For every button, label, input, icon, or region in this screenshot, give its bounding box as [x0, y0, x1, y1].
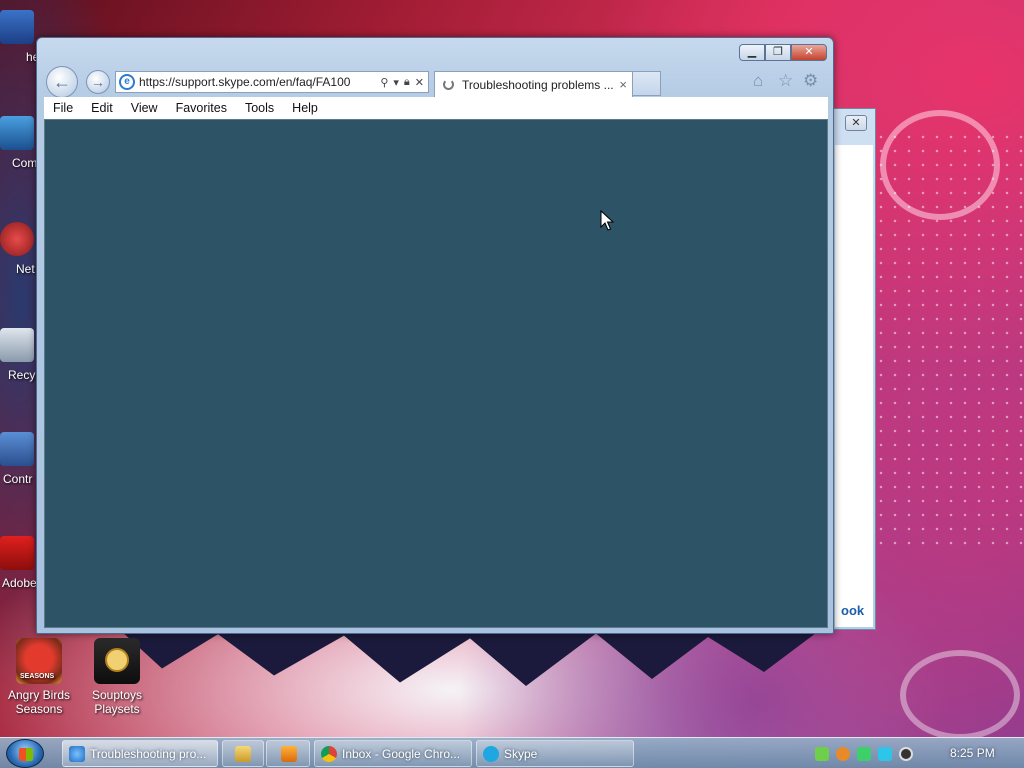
souptoys-icon	[94, 638, 140, 684]
chrome-icon	[321, 745, 337, 762]
menu-bar: File Edit View Favorites Tools Help	[44, 97, 828, 119]
recycle-bin-icon	[0, 328, 34, 362]
network-icon	[0, 222, 34, 256]
desktop-icon-label: Souptoys	[91, 688, 143, 702]
taskbar-item-label: Troubleshooting pro...	[90, 746, 207, 761]
explorer-icon	[235, 745, 251, 762]
angry-birds-icon: SEASONS	[16, 638, 62, 684]
media-player-icon	[281, 745, 297, 762]
wallpaper-swirl-2	[900, 650, 1020, 740]
tab-title: Troubleshooting problems ...	[462, 77, 614, 92]
maximize-button[interactable]: ❐	[765, 44, 791, 61]
taskbar-item-ie[interactable]: Troubleshooting pro...	[62, 740, 218, 767]
system-tray	[815, 740, 913, 767]
adobe-reader-icon	[0, 536, 34, 570]
close-window-button[interactable]: ✕	[791, 44, 827, 61]
background-dialog-close-button[interactable]: ✕	[845, 115, 867, 131]
desktop-icon-label: Adobe	[2, 576, 37, 590]
windows-logo-icon	[19, 748, 33, 761]
menu-file[interactable]: File	[44, 101, 82, 115]
start-button[interactable]	[6, 739, 44, 768]
desktop-icon-label: he	[26, 50, 40, 64]
taskbar-item-skype[interactable]: Skype	[476, 740, 634, 767]
loading-spinner-icon	[443, 79, 454, 90]
wallpaper-dots	[860, 130, 1024, 550]
taskbar-item-chrome[interactable]: Inbox - Google Chro...	[314, 740, 472, 767]
desktop-icon-souptoys[interactable]: Souptoys Playsets	[82, 638, 152, 716]
menu-help[interactable]: Help	[283, 101, 327, 115]
taskbar-item-label: Inbox - Google Chro...	[342, 746, 461, 761]
dropdown-arrow-icon[interactable]: ▾	[393, 76, 399, 89]
arrow-right-icon: →	[91, 74, 105, 90]
tab-close-button[interactable]: ×	[619, 77, 627, 92]
desktop-icon-label-2: Seasons	[15, 702, 63, 716]
mouse-cursor-icon	[600, 210, 614, 231]
taskbar-clock[interactable]: 8:25 PM	[950, 746, 995, 760]
clock-face-icon	[105, 648, 129, 672]
desktop-icon-partial-3[interactable]: Net	[0, 222, 35, 276]
menu-tools[interactable]: Tools	[236, 101, 283, 115]
desktop-icon-partial-5[interactable]: Contr	[0, 432, 34, 486]
seasons-badge: SEASONS	[20, 673, 55, 680]
home-icon[interactable]: ⌂	[753, 71, 763, 91]
tools-gear-icon[interactable]: ⚙	[803, 71, 818, 91]
search-icon[interactable]: ⚲	[380, 76, 388, 89]
user-folder-icon	[0, 10, 34, 44]
browser-window: ▁ ❐ ✕ ← → e https://support.skype.com/en…	[36, 37, 834, 634]
desktop-icon-partial-4[interactable]: Recy	[0, 328, 35, 382]
minimize-button[interactable]: ▁	[739, 44, 765, 61]
forward-button[interactable]: →	[86, 70, 110, 94]
wallpaper-splash	[120, 630, 820, 686]
address-url[interactable]: https://support.skype.com/en/faq/FA100	[139, 75, 375, 89]
desktop-icon-label: Recy	[8, 368, 36, 382]
desktop-icon-label: Angry Birds	[7, 688, 71, 702]
tray-search-icon[interactable]	[836, 746, 850, 761]
menu-favorites[interactable]: Favorites	[167, 101, 236, 115]
taskbar-item-media-player[interactable]	[266, 740, 310, 767]
desktop-icon-label-2: Playsets	[94, 702, 140, 716]
tray-app-icon[interactable]	[815, 746, 829, 761]
new-tab-button[interactable]	[633, 71, 661, 96]
tray-network-icon[interactable]	[857, 746, 871, 761]
background-dialog-body	[835, 145, 873, 627]
control-panel-icon	[0, 432, 34, 466]
background-dialog-link[interactable]: ook	[841, 603, 864, 618]
page-content-area[interactable]	[44, 119, 828, 628]
taskbar-item-explorer[interactable]	[222, 740, 264, 767]
arrow-left-icon: ←	[53, 72, 71, 92]
stop-icon[interactable]: ✕	[415, 76, 424, 89]
lock-icon[interactable]: 🔒︎	[404, 76, 410, 89]
skype-icon	[483, 745, 499, 762]
tray-volume-icon[interactable]	[899, 746, 913, 761]
address-bar[interactable]: e https://support.skype.com/en/faq/FA100…	[115, 71, 429, 93]
ie-icon	[69, 745, 85, 762]
desktop-icon-label: Contr	[3, 472, 33, 486]
tab-troubleshooting[interactable]: Troubleshooting problems ... ×	[434, 71, 633, 97]
back-button[interactable]: ←	[46, 66, 78, 98]
desktop-icon-partial-6[interactable]: Adobe	[0, 536, 37, 590]
desktop-icon-partial-1[interactable]: he	[0, 10, 39, 64]
taskbar-item-label: Skype	[504, 746, 538, 761]
favorites-star-icon[interactable]: ☆	[778, 71, 793, 91]
desktop-icon-angry-birds[interactable]: SEASONS Angry Birds Seasons	[4, 638, 74, 716]
computer-icon	[0, 116, 34, 150]
desktop-icon-label: Com	[12, 156, 38, 170]
desktop-icon-partial-2[interactable]: Com	[0, 116, 37, 170]
tray-display-icon[interactable]	[878, 746, 892, 761]
menu-edit[interactable]: Edit	[82, 101, 122, 115]
menu-view[interactable]: View	[122, 101, 167, 115]
desktop-icon-label: Net	[16, 262, 35, 276]
window-caption-buttons: ▁ ❐ ✕	[739, 44, 827, 61]
ie-page-icon: e	[119, 74, 135, 90]
